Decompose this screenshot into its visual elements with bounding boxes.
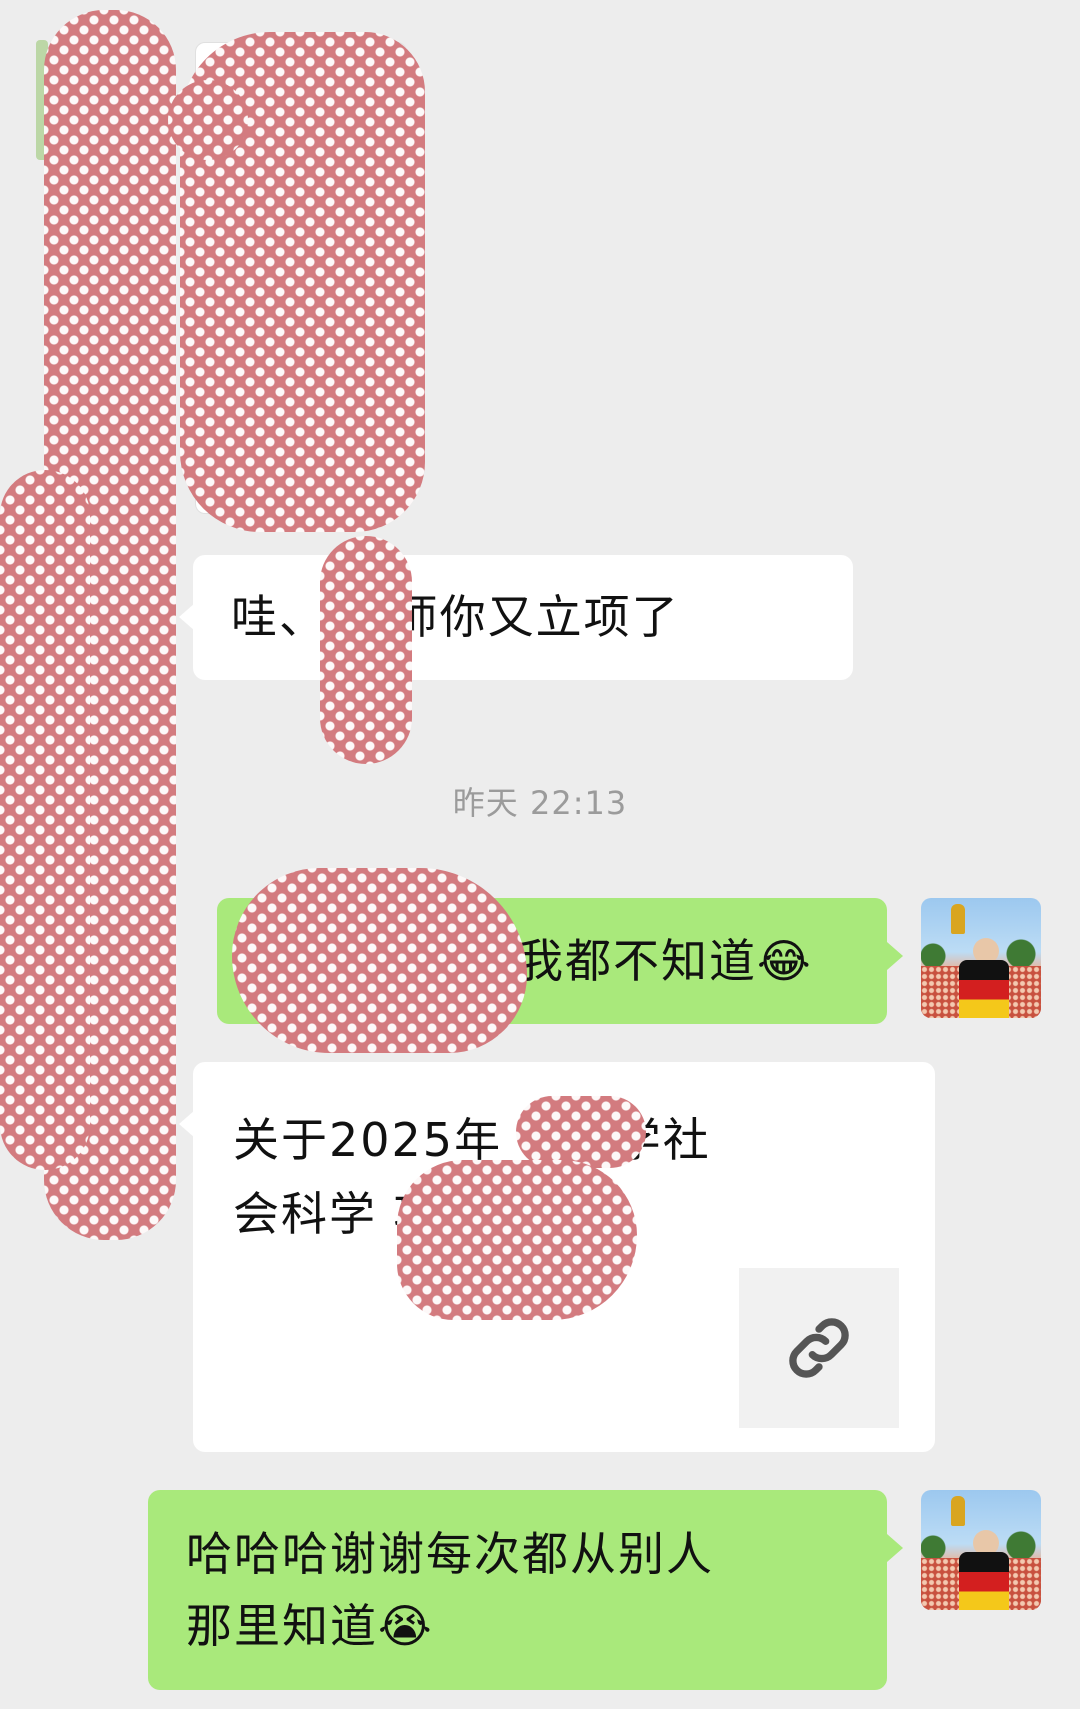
avatar-flag: [959, 960, 1009, 1018]
avatar-trophy: [951, 1496, 965, 1526]
link-card-thumbnail[interactable]: [739, 1268, 899, 1428]
redaction-name-in-message: [320, 536, 412, 764]
redaction-link-project: [397, 1160, 637, 1320]
redaction-link-city: [516, 1096, 646, 1168]
timestamp: 昨天 22:13: [452, 784, 628, 822]
my-avatar[interactable]: [921, 898, 1041, 1018]
outgoing-message-bubble-2[interactable]: 哈哈哈谢谢每次都从别人 那里知道😭: [148, 1490, 903, 1690]
redaction-outgoing-message: [232, 868, 527, 1053]
incoming-message-bubble[interactable]: 哇、 老师你又立项了: [179, 555, 853, 680]
my-avatar-2[interactable]: [921, 1490, 1041, 1610]
outgoing-message-text: 我都不知道😂: [517, 934, 813, 988]
redaction-image-ear: [168, 80, 248, 160]
avatar-flag: [959, 1552, 1009, 1610]
outgoing-message-2-text: 哈哈哈谢谢每次都从别人 那里知道😭: [186, 1527, 714, 1653]
avatar-trophy: [951, 904, 965, 934]
link-icon: [789, 1318, 849, 1378]
